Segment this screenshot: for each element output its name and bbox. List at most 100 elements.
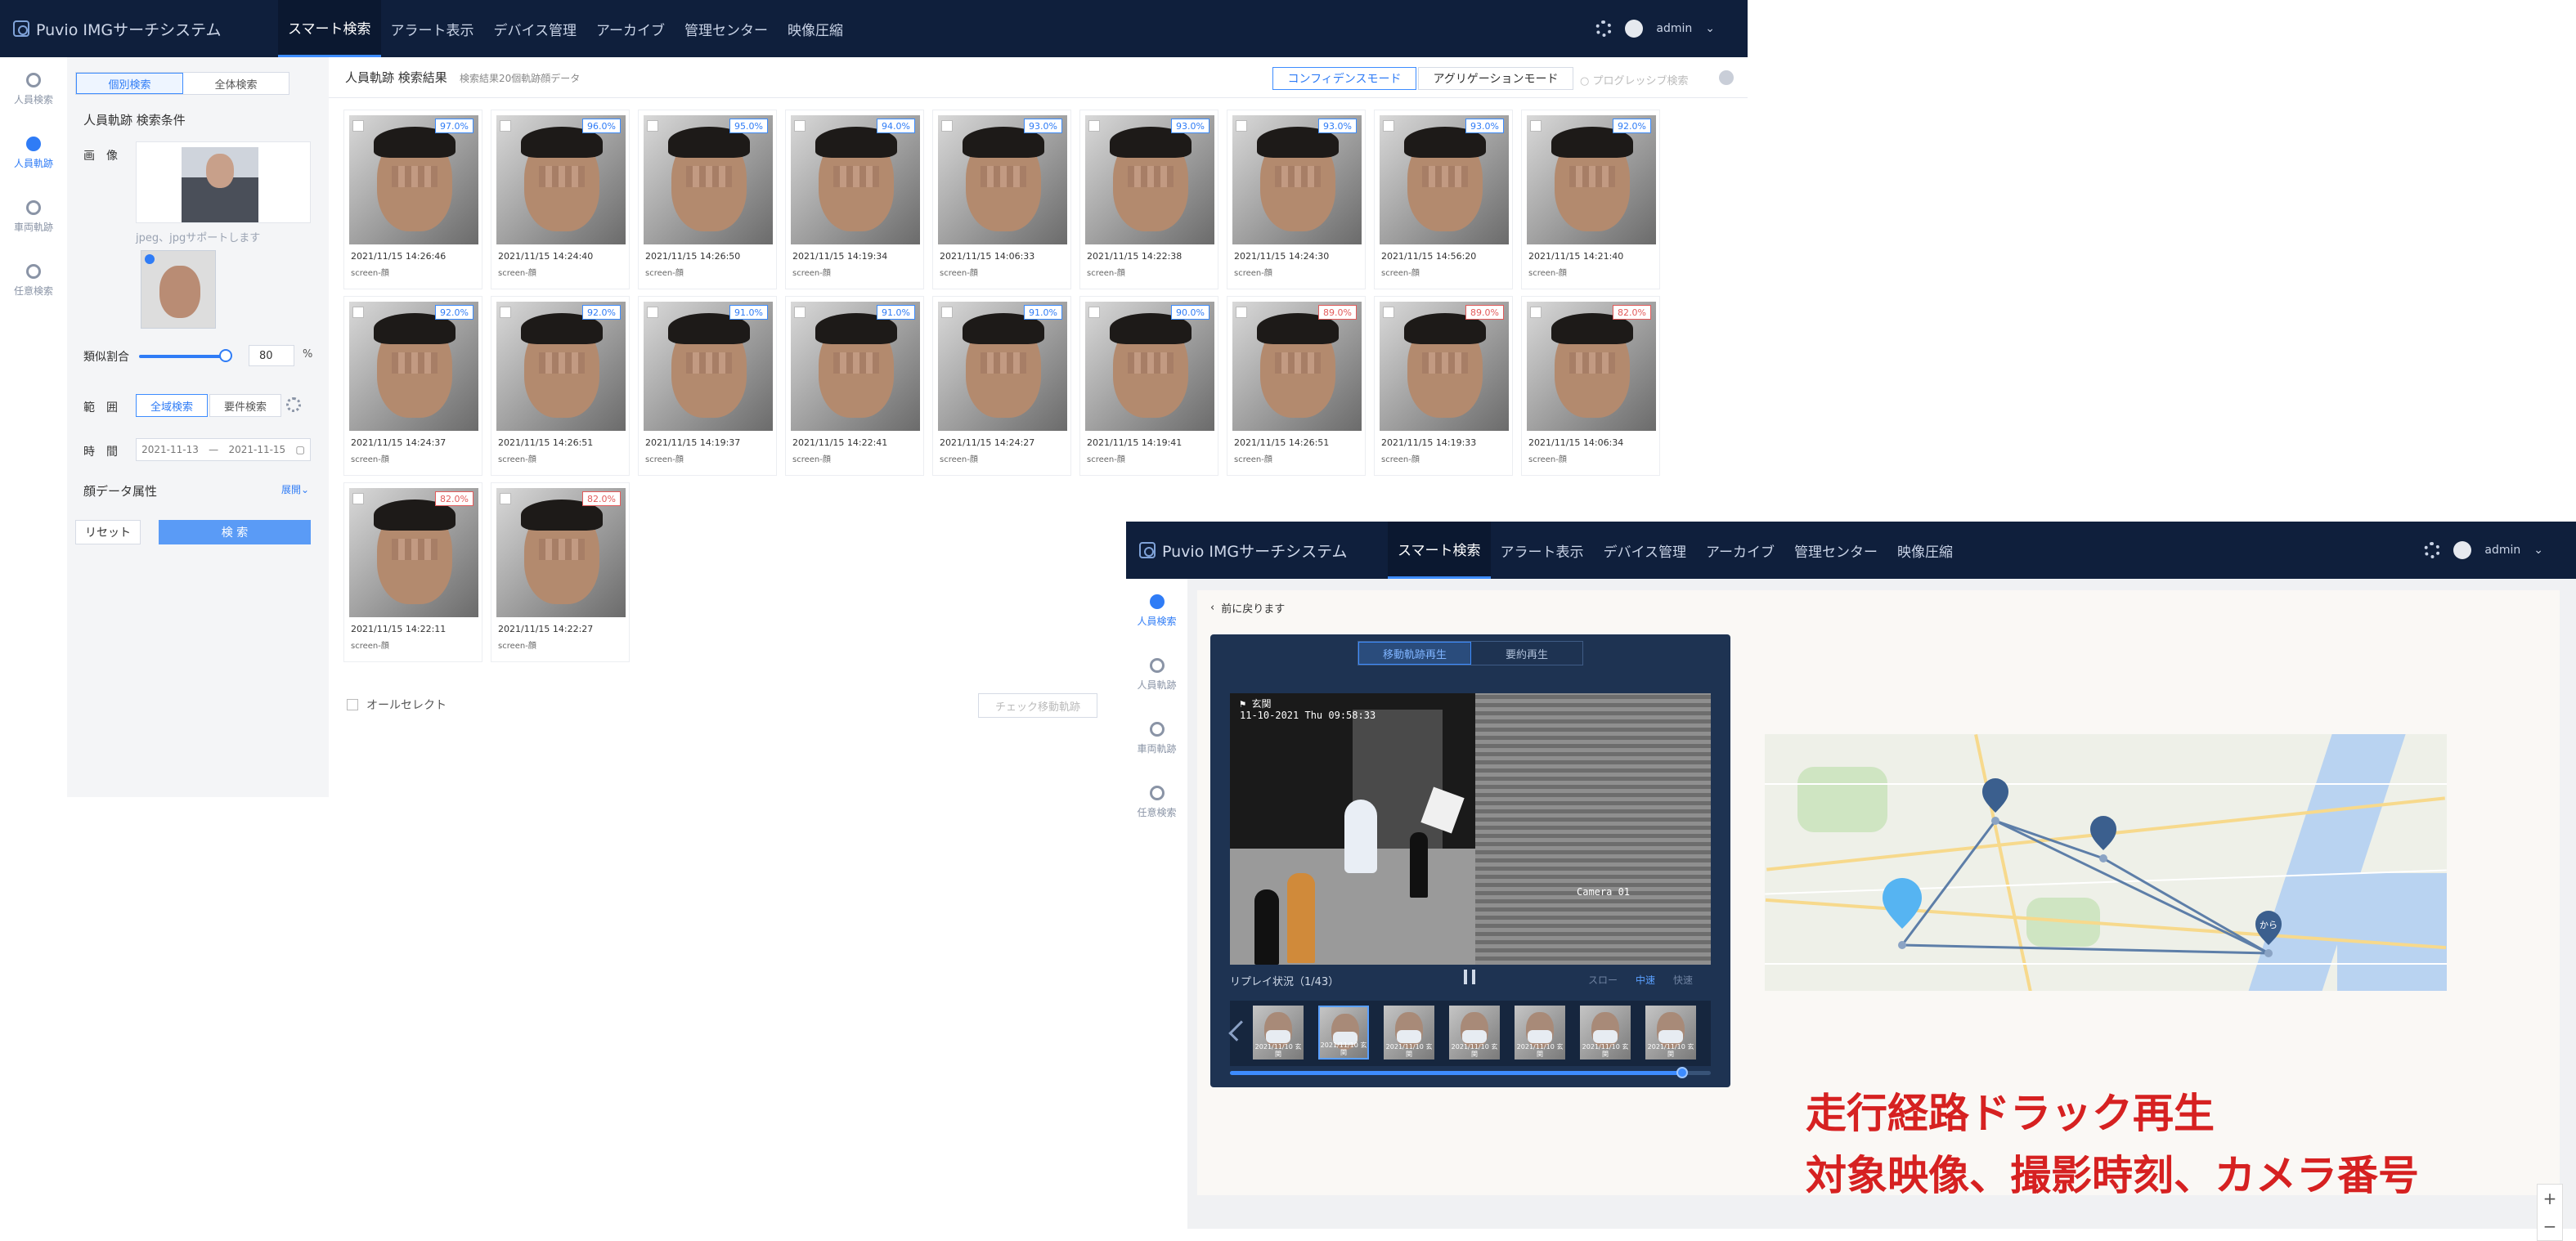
speed-medium[interactable]: 中速	[1636, 973, 1655, 987]
face-image[interactable]	[496, 302, 626, 431]
face-image[interactable]	[1085, 115, 1214, 244]
strip-thumbnail[interactable]: 2021/11/10 玄関	[1253, 1006, 1304, 1060]
face-image[interactable]	[496, 488, 626, 617]
nav-device[interactable]: デバイス管理	[484, 0, 587, 57]
tab-individual-search[interactable]: 個別検索	[76, 73, 183, 94]
result-card[interactable]: 91.0% 2021/11/15 14:19:37 screen-顔	[638, 296, 777, 476]
rail-person-track[interactable]: 人員軌跡	[1126, 643, 1187, 706]
gear-icon[interactable]	[1595, 20, 1613, 37]
strip-thumbnail[interactable]: 2021/11/10 玄関	[1318, 1006, 1369, 1060]
result-checkbox[interactable]	[794, 120, 806, 132]
face-image[interactable]	[1527, 302, 1656, 431]
result-card[interactable]: 89.0% 2021/11/15 14:19:33 screen-顔	[1374, 296, 1513, 476]
result-checkbox[interactable]	[352, 307, 364, 318]
rail-vehicle-track[interactable]: 車両軌跡	[0, 185, 67, 249]
confidence-mode-button[interactable]: コンフィデンスモード	[1272, 67, 1416, 90]
nav-management[interactable]: 管理センター	[675, 0, 778, 57]
result-card[interactable]: 95.0% 2021/11/15 14:26:50 screen-顔	[638, 110, 777, 289]
result-card[interactable]: 92.0% 2021/11/15 14:26:51 screen-顔	[491, 296, 630, 476]
result-card[interactable]: 82.0% 2021/11/15 14:06:34 screen-顔	[1521, 296, 1660, 476]
face-image[interactable]	[644, 302, 773, 431]
date-range-picker[interactable]: 2021-11-13 — 2021-11-15 ▢	[136, 438, 311, 461]
speed-slow[interactable]: スロー	[1588, 973, 1618, 987]
result-card[interactable]: 82.0% 2021/11/15 14:22:27 screen-顔	[491, 482, 630, 662]
speed-fast[interactable]: 快速	[1673, 973, 1693, 987]
result-checkbox[interactable]	[647, 120, 658, 132]
username[interactable]: admin	[1656, 22, 1692, 35]
strip-thumbnail[interactable]: 2021/11/10 玄関	[1645, 1006, 1696, 1060]
back-button[interactable]: ‹ 前に戻ります	[1210, 600, 1285, 616]
nav-archive[interactable]: アーカイブ	[586, 0, 675, 57]
avatar[interactable]	[2453, 541, 2472, 559]
range-all-button[interactable]: 全域検索	[136, 394, 208, 417]
nav-alert[interactable]: アラート表示	[1491, 522, 1594, 579]
tab-summary-playback[interactable]: 要約再生	[1471, 642, 1582, 665]
range-condition-button[interactable]: 要件検索	[209, 394, 281, 417]
expand-toggle[interactable]: 展開⌄	[281, 482, 309, 496]
result-card[interactable]: 91.0% 2021/11/15 14:22:41 screen-顔	[785, 296, 924, 476]
face-image[interactable]	[349, 302, 478, 431]
avatar[interactable]	[1625, 20, 1644, 38]
result-checkbox[interactable]	[500, 120, 511, 132]
face-image[interactable]	[1380, 115, 1509, 244]
nav-compression[interactable]: 映像圧縮	[1887, 522, 1963, 579]
result-card[interactable]: 97.0% 2021/11/15 14:26:46 screen-顔	[343, 110, 482, 289]
rail-person-track[interactable]: 人員軌跡	[0, 121, 67, 185]
progressive-search-toggle[interactable]: ○ プログレッシブ検索	[1580, 72, 1689, 87]
result-checkbox[interactable]	[1088, 307, 1100, 318]
result-checkbox[interactable]	[500, 493, 511, 504]
result-checkbox[interactable]	[1088, 120, 1100, 132]
selected-face-thumbnail[interactable]	[141, 250, 216, 329]
result-checkbox[interactable]	[1530, 120, 1542, 132]
nav-archive[interactable]: アーカイブ	[1696, 522, 1784, 579]
search-button[interactable]: 検 索	[159, 520, 311, 544]
zoom-out-button[interactable]: −	[2543, 1216, 2557, 1236]
result-card[interactable]: 92.0% 2021/11/15 14:21:40 screen-顔	[1521, 110, 1660, 289]
nav-management[interactable]: 管理センター	[1784, 522, 1887, 579]
result-card[interactable]: 93.0% 2021/11/15 14:06:33 screen-顔	[932, 110, 1071, 289]
result-checkbox[interactable]	[647, 307, 658, 318]
result-checkbox[interactable]	[1383, 120, 1394, 132]
similarity-slider-handle[interactable]	[219, 349, 232, 362]
result-checkbox[interactable]	[1530, 307, 1542, 318]
result-card[interactable]: 93.0% 2021/11/15 14:56:20 screen-顔	[1374, 110, 1513, 289]
result-checkbox[interactable]	[941, 120, 953, 132]
result-card[interactable]: 92.0% 2021/11/15 14:24:37 screen-顔	[343, 296, 482, 476]
face-image[interactable]	[791, 302, 920, 431]
rail-free-search[interactable]: 任意検索	[0, 249, 67, 312]
track-map[interactable]: から	[1765, 734, 2447, 991]
tab-track-playback[interactable]: 移動軌跡再生	[1358, 642, 1471, 665]
username[interactable]: admin	[2484, 544, 2520, 557]
face-image[interactable]	[791, 115, 920, 244]
result-checkbox[interactable]	[352, 493, 364, 504]
result-card[interactable]: 93.0% 2021/11/15 14:24:30 screen-顔	[1227, 110, 1366, 289]
strip-thumbnail[interactable]: 2021/11/10 玄関	[1449, 1006, 1500, 1060]
app-logo[interactable]: Puvio IMGサーチシステム	[0, 18, 278, 40]
app-logo[interactable]: Puvio IMGサーチシステム	[1126, 540, 1404, 562]
similarity-input[interactable]: 80	[249, 345, 294, 366]
rail-free-search[interactable]: 任意検索	[1126, 770, 1187, 834]
select-all-checkbox[interactable]	[347, 699, 358, 710]
similarity-slider-track[interactable]	[139, 355, 227, 358]
result-checkbox[interactable]	[941, 307, 953, 318]
face-image[interactable]	[938, 115, 1067, 244]
result-card[interactable]: 82.0% 2021/11/15 14:22:11 screen-顔	[343, 482, 482, 662]
pause-icon[interactable]	[1464, 970, 1475, 984]
chevron-down-icon[interactable]: ⌄	[2533, 544, 2543, 557]
nav-smart-search[interactable]: スマート検索	[278, 0, 381, 57]
result-checkbox[interactable]	[1236, 120, 1247, 132]
face-image[interactable]	[349, 115, 478, 244]
close-icon[interactable]	[1719, 70, 1734, 85]
result-checkbox[interactable]	[500, 307, 511, 318]
result-checkbox[interactable]	[352, 120, 364, 132]
chevron-left-icon[interactable]	[1228, 1020, 1250, 1042]
face-image[interactable]	[1085, 302, 1214, 431]
result-checkbox[interactable]	[1236, 307, 1247, 318]
face-image[interactable]	[349, 488, 478, 617]
result-card[interactable]: 89.0% 2021/11/15 14:26:51 screen-顔	[1227, 296, 1366, 476]
chevron-down-icon[interactable]: ⌄	[1705, 22, 1715, 35]
face-image[interactable]	[644, 115, 773, 244]
rail-person-search[interactable]: 人員検索	[0, 57, 67, 121]
nav-compression[interactable]: 映像圧縮	[778, 0, 853, 57]
zoom-in-button[interactable]: +	[2543, 1189, 2557, 1208]
